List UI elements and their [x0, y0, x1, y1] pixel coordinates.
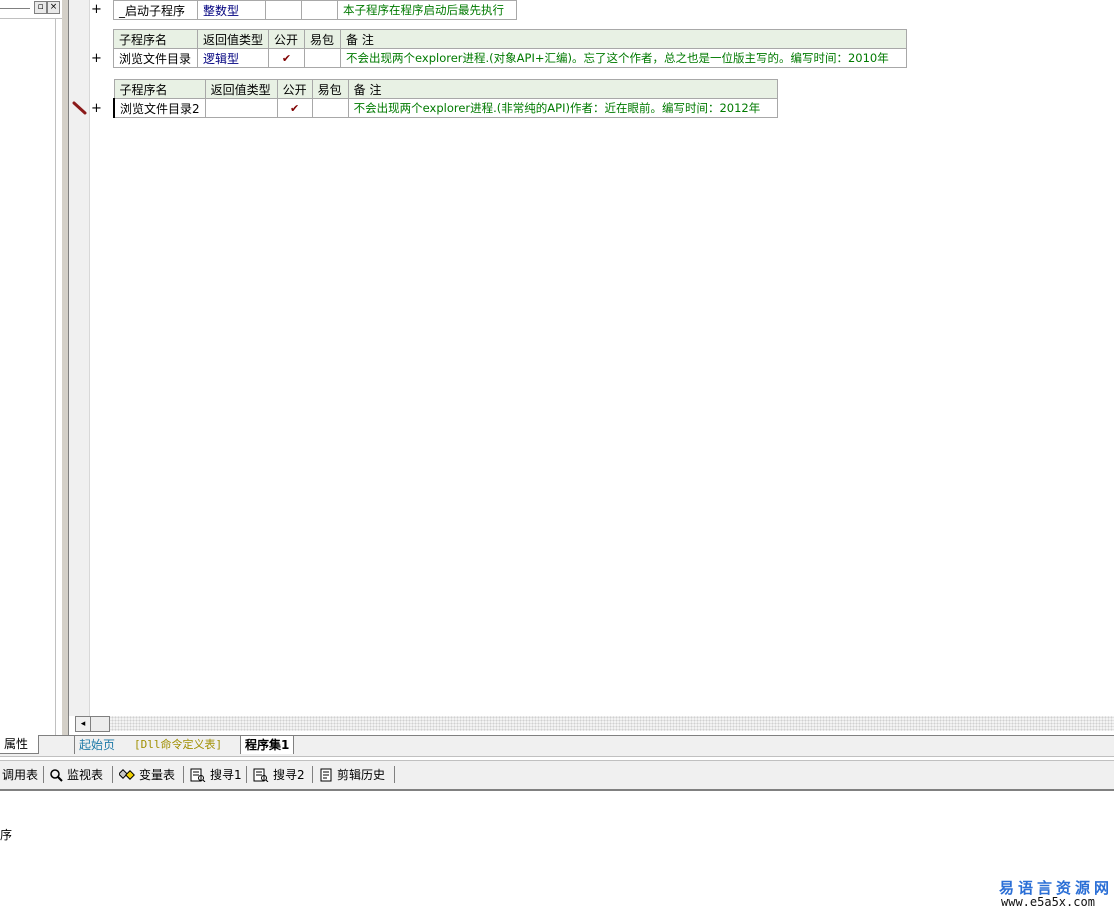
call-table-label: 调用表: [2, 768, 39, 782]
col-header-remark: 备 注: [347, 79, 778, 99]
routine-table: 子程序名 返回值类型 公开 易包 备 注 浏览文件目录 逻辑型 ✔ 不会出现两个…: [113, 29, 908, 68]
editor-splitter[interactable]: [62, 0, 69, 735]
search-results-icon: [190, 768, 206, 782]
toolbar-divider: [112, 766, 113, 783]
return-type-cell[interactable]: 整数型: [197, 0, 266, 20]
col-header-public: 公开: [276, 79, 313, 99]
routine-table: 子程序名 返回值类型 公开 易包 备 注 浏览文件目录2 ✔ 不会出现两个exp…: [112, 79, 778, 118]
routine-name-cell[interactable]: 浏览文件目录2: [112, 98, 206, 118]
current-line-pencil-icon: [72, 101, 87, 115]
table-row: 浏览文件目录2 ✔ 不会出现两个explorer进程.(非常纯的API)作者：近…: [112, 98, 778, 118]
remark-cell[interactable]: 不会出现两个explorer进程.(非常纯的API)作者：近在眼前。编写时间：2…: [347, 98, 778, 118]
tab-properties[interactable]: 属性: [0, 735, 39, 754]
search1-button[interactable]: 搜寻1: [190, 766, 242, 784]
routine-name-cell[interactable]: 浏览文件目录: [113, 48, 198, 68]
expand-icon[interactable]: +: [91, 102, 102, 116]
public-check-icon[interactable]: ✔: [268, 48, 306, 68]
remark-cell[interactable]: 不会出现两个explorer进程.(对象API+汇编)。忘了这个作者，总之也是一…: [340, 48, 908, 68]
tab-dll-commands[interactable]: [Dll命令定义表]: [130, 736, 226, 754]
routine-table: _启动子程序 整数型 本子程序在程序启动后最先执行: [113, 0, 517, 20]
table-row: _启动子程序 整数型 本子程序在程序启动后最先执行: [113, 0, 517, 20]
search2-label: 搜寻2: [273, 768, 305, 782]
easy-pack-cell[interactable]: [304, 48, 342, 68]
col-header-name: 子程序名: [113, 79, 206, 99]
expand-icon[interactable]: +: [91, 52, 102, 66]
return-type-cell[interactable]: [204, 98, 278, 118]
remark-cell[interactable]: 本子程序在程序启动后最先执行: [337, 0, 517, 20]
easy-pack-cell[interactable]: [301, 0, 338, 20]
watermark-url: www.e5a5x.com: [1001, 895, 1095, 909]
col-header-name: 子程序名: [113, 29, 198, 49]
table-header-row: 子程序名 返回值类型 公开 易包 备 注: [113, 79, 778, 99]
col-header-remark: 备 注: [340, 29, 908, 49]
clip-history-label: 剪辑历史: [337, 768, 386, 782]
panel-divider: [0, 18, 62, 19]
variables-icon: [119, 769, 135, 780]
tab-program-set[interactable]: 程序集1: [240, 736, 295, 754]
close-icon[interactable]: ×: [47, 1, 60, 14]
col-header-easy-pack: 易包: [311, 79, 349, 99]
left-side-panel: ▫ ×: [0, 0, 63, 735]
watch-table-button[interactable]: 监视表: [49, 766, 103, 784]
restore-icon[interactable]: ▫: [34, 1, 47, 14]
variable-table-button[interactable]: 变量表: [119, 766, 175, 784]
table-row: 浏览文件目录 逻辑型 ✔ 不会出现两个explorer进程.(对象API+汇编)…: [113, 48, 908, 68]
col-header-return-type: 返回值类型: [196, 29, 270, 49]
public-check-icon[interactable]: ✔: [276, 98, 313, 118]
watch-table-label: 监视表: [67, 768, 104, 782]
call-table-button[interactable]: 调用表: [2, 766, 38, 784]
col-header-easy-pack: 易包: [304, 29, 342, 49]
variable-table-label: 变量表: [139, 768, 176, 782]
toolbar-divider: [183, 766, 184, 783]
panel-title-line: [0, 8, 30, 9]
search-results-icon: [253, 768, 269, 782]
output-text: 序: [0, 828, 13, 842]
panel-scroll-edge: [55, 18, 56, 735]
output-panel[interactable]: [0, 791, 1114, 915]
col-header-public: 公开: [268, 29, 306, 49]
scroll-left-icon[interactable]: ◂: [75, 716, 91, 732]
scroll-thumb[interactable]: [90, 716, 110, 732]
clip-history-button[interactable]: 剪辑历史: [319, 766, 385, 784]
toolbar-divider: [312, 766, 313, 783]
col-header-return-type: 返回值类型: [204, 79, 278, 99]
table-header-row: 子程序名 返回值类型 公开 易包 备 注: [113, 29, 908, 49]
clipboard-history-icon: [320, 768, 332, 782]
tab-start-page[interactable]: 起始页: [74, 736, 119, 754]
toolbar-divider: [394, 766, 395, 783]
return-type-cell[interactable]: 逻辑型: [196, 48, 270, 68]
toolbar-divider: [246, 766, 247, 783]
expand-icon[interactable]: +: [91, 3, 102, 17]
public-cell[interactable]: [265, 0, 302, 20]
magnifier-icon: [50, 769, 63, 782]
routine-name-cell[interactable]: _启动子程序: [113, 0, 198, 20]
search2-button[interactable]: 搜寻2: [253, 766, 305, 784]
easy-pack-cell[interactable]: [311, 98, 349, 118]
toolbar-divider: [43, 766, 44, 783]
horizontal-scrollbar[interactable]: [75, 716, 1114, 731]
search1-label: 搜寻1: [210, 768, 242, 782]
